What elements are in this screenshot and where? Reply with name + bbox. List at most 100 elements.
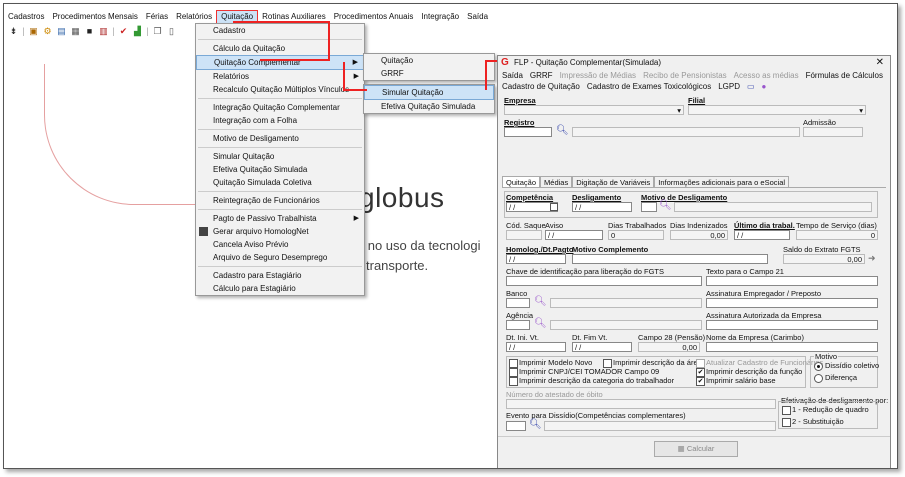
save-icon[interactable]: ■	[84, 26, 95, 37]
dialog-menu-saida[interactable]: Saída	[502, 70, 523, 81]
dialog-menu-exames[interactable]: Cadastro de Exames Toxicológicos	[587, 81, 711, 92]
diferenca-radio[interactable]	[814, 374, 823, 383]
check-icon[interactable]: ✔	[118, 26, 129, 37]
search-icon[interactable]: 🔍︎	[556, 126, 569, 136]
submenu-item-grrf[interactable]: GRRF	[364, 67, 494, 80]
desligamento-input[interactable]: / /	[572, 202, 632, 212]
filial-select[interactable]: ▾	[688, 105, 866, 115]
menu-cadastros[interactable]: Cadastros	[4, 10, 48, 24]
reducao-quadro-checkbox[interactable]	[782, 406, 791, 415]
dias-trabalhados-input[interactable]: 0	[608, 230, 664, 240]
imprimir-area-checkbox[interactable]	[603, 359, 612, 368]
search-icon[interactable]: 🔍︎	[529, 420, 542, 430]
menu-item-recalculo[interactable]: Recalculo Quitação Múltiplos Vínculos	[196, 83, 364, 96]
evento-dissidio-desc	[544, 421, 776, 431]
menu-relatorios[interactable]: Relatórios	[172, 10, 216, 24]
submenu-item-simular-quitacao[interactable]: Simular Quitação	[364, 85, 494, 100]
tool-icon-2[interactable]: ⚙	[42, 26, 53, 37]
menu-ferias[interactable]: Férias	[142, 10, 172, 24]
dialog-menu-grrf[interactable]: GRRF	[530, 70, 553, 81]
cod-saque-input[interactable]	[506, 230, 542, 240]
search-icon[interactable]: 🔍︎	[534, 319, 547, 329]
dissidio-coletivo-radio[interactable]	[814, 362, 823, 371]
dialog-menu-impressao-medias[interactable]: Impressão de Médias	[560, 70, 636, 81]
menu-item-calculo-quitacao[interactable]: Cálculo da Quitação	[196, 42, 364, 55]
close-icon[interactable]: ✕	[876, 56, 884, 70]
menu-item-pagto-passivo[interactable]: Pagto de Passivo Trabalhista ▶	[196, 212, 364, 225]
motivo-complemento-input[interactable]	[572, 254, 768, 264]
tool-icon-5[interactable]: ▥	[98, 26, 109, 37]
imprimir-modelo-novo-label: Imprimir Modelo Novo	[519, 358, 593, 367]
menu-integracao[interactable]: Integração	[417, 10, 463, 24]
chart-icon[interactable]: ▟	[132, 26, 143, 37]
arrow-right-icon[interactable]: ➜	[868, 253, 876, 264]
imprimir-categoria-checkbox[interactable]	[509, 377, 518, 386]
homolog-input[interactable]: / /	[506, 254, 566, 264]
tool-icon-3[interactable]: ▤	[56, 26, 67, 37]
main-menubar: Cadastros Procedimentos Mensais Férias R…	[4, 10, 897, 24]
submenu-item-efetiva-quitacao-simulada[interactable]: Efetiva Quitação Simulada	[364, 100, 494, 113]
menu-item-integracao-folha[interactable]: Integração com a Folha	[196, 114, 364, 127]
copy-icon[interactable]: ❐	[152, 26, 163, 37]
menu-item-reintegracao[interactable]: Reintegração de Funcionários	[196, 194, 364, 207]
exit-icon[interactable]: ⇟	[8, 26, 19, 37]
menu-item-cancela-aviso[interactable]: Cancela Aviso Prévio	[196, 238, 364, 251]
menu-item-homolognet[interactable]: Gerar arquivo HomologNet	[196, 225, 364, 238]
menu-procedimentos-mensais[interactable]: Procedimentos Mensais	[48, 10, 141, 24]
saldo-fgts-input[interactable]: 0,00	[783, 254, 865, 264]
menu-item-quitacao-complementar[interactable]: Quitação Complementar ▶	[196, 55, 364, 70]
dialog-menu-cadastro-quitacao[interactable]: Cadastro de Quitação	[502, 81, 580, 92]
menu-procedimentos-anuais[interactable]: Procedimentos Anuais	[330, 10, 418, 24]
calendar-icon[interactable]	[550, 203, 558, 211]
evento-dissidio-code[interactable]	[506, 421, 526, 431]
nome-empresa-input[interactable]	[706, 342, 878, 352]
dt-ini-vt-input[interactable]: / /	[506, 342, 566, 352]
assinatura-empregador-input[interactable]	[706, 298, 878, 308]
aviso-input[interactable]: / /	[545, 230, 603, 240]
calcular-button[interactable]: ▦ Calcular	[654, 441, 738, 457]
dt-fim-vt-input[interactable]: / /	[572, 342, 632, 352]
homolognet-icon	[199, 227, 208, 236]
dialog-menu-lgpd[interactable]: LGPD	[718, 81, 740, 92]
submenu-item-quitacao[interactable]: Quitação	[364, 54, 494, 67]
tool-icon-1[interactable]: ▣	[28, 26, 39, 37]
menu-item-simular-quitacao[interactable]: Simular Quitação	[196, 150, 364, 163]
dialog-menu-formulas[interactable]: Fórmulas de Cálculos	[806, 70, 883, 81]
menu-saida[interactable]: Saída	[463, 10, 492, 24]
empresa-select[interactable]: ▾	[504, 105, 684, 115]
menu-item-integracao-complementar[interactable]: Integração Quitação Complementar	[196, 101, 364, 114]
monitor-icon[interactable]: ▭	[747, 81, 755, 92]
document-icon[interactable]: ▯	[166, 26, 177, 37]
menu-item-relatorios[interactable]: Relatórios ▶	[196, 70, 364, 83]
menu-item-calculo-estagiario[interactable]: Cálculo para Estagiário	[196, 282, 364, 295]
tool-icon-4[interactable]: ▦	[70, 26, 81, 37]
texto-campo21-input[interactable]	[706, 276, 878, 286]
dialog-menu-recibo-pensionistas[interactable]: Recibo de Pensionistas	[643, 70, 727, 81]
menu-item-cadastro-estagiario[interactable]: Cadastro para Estagiário	[196, 269, 364, 282]
imprimir-modelo-novo-checkbox[interactable]	[509, 359, 518, 368]
numero-atestado-input[interactable]	[506, 399, 776, 409]
motivo-desligamento-code[interactable]	[641, 202, 657, 212]
substituicao-checkbox[interactable]	[782, 418, 791, 427]
menu-item-quitacao-simulada-coletiva[interactable]: Quitação Simulada Coletiva	[196, 176, 364, 189]
menu-item-seguro-desemprego[interactable]: Arquivo de Seguro Desemprego	[196, 251, 364, 264]
dias-indenizados-input[interactable]: 0,00	[670, 230, 728, 240]
campo28-input[interactable]: 0,00	[638, 342, 700, 352]
agencia-input[interactable]	[506, 320, 530, 330]
registro-input[interactable]	[504, 127, 552, 137]
imprimir-funcao-checkbox[interactable]: ✔	[696, 368, 705, 377]
imprimir-cnpj-checkbox[interactable]	[509, 368, 518, 377]
user-circle-icon[interactable]: ●	[762, 81, 767, 92]
menu-item-cadastro[interactable]: Cadastro	[196, 24, 364, 37]
chave-fgts-input[interactable]	[506, 276, 702, 286]
assinatura-autorizada-input[interactable]	[706, 320, 878, 330]
search-icon[interactable]: 🔍︎	[659, 201, 672, 211]
ultimo-dia-input[interactable]: / /	[734, 230, 790, 240]
atualizar-cadastro-checkbox[interactable]	[696, 359, 705, 368]
dialog-menu-acesso-medias[interactable]: Acesso as médias	[734, 70, 799, 81]
search-icon[interactable]: 🔍︎	[534, 297, 547, 307]
imprimir-salario-checkbox[interactable]: ✔	[696, 377, 705, 386]
menu-item-efetiva-quitacao-simulada[interactable]: Efetiva Quitação Simulada	[196, 163, 364, 176]
menu-item-motivo-desligamento[interactable]: Motivo de Desligamento	[196, 132, 364, 145]
banco-input[interactable]	[506, 298, 530, 308]
